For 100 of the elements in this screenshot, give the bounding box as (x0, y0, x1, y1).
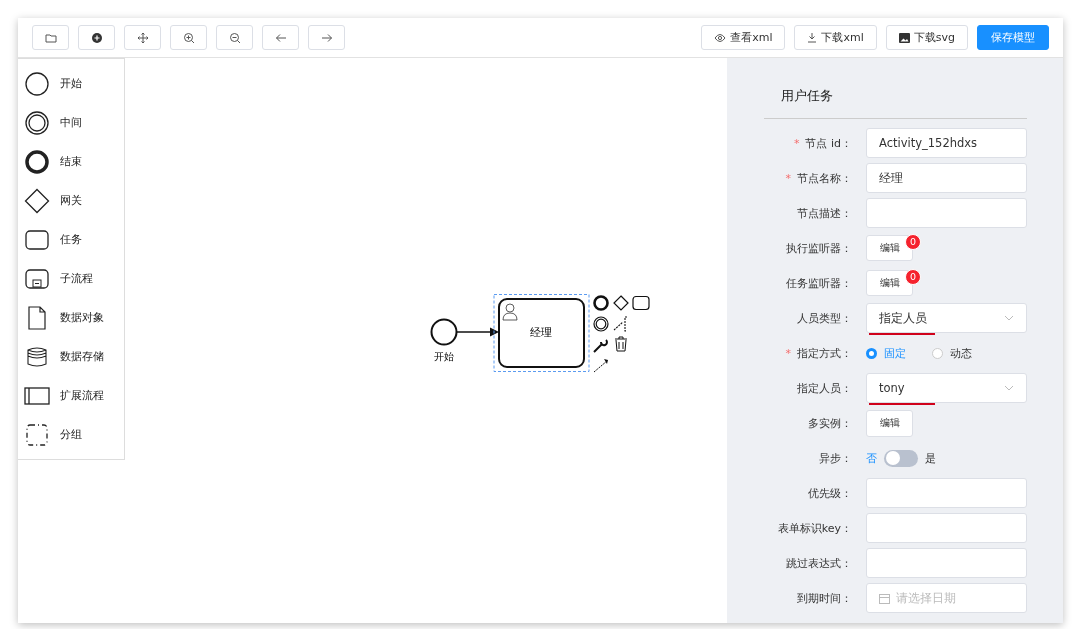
field-label: 表单标识key： (777, 520, 852, 536)
input-field[interactable] (866, 198, 1027, 228)
download-icon (807, 32, 818, 43)
gateway-icon[interactable] (613, 295, 629, 311)
undo-button[interactable] (262, 25, 299, 50)
select-field[interactable]: 指定人员 (866, 303, 1027, 333)
zoom-out-button[interactable] (216, 25, 253, 50)
radio-button[interactable] (866, 347, 877, 359)
move-icon (136, 31, 149, 44)
palette-label: 中间 (60, 115, 82, 130)
field-value: Activity_152hdxs (879, 136, 978, 150)
input-field[interactable] (866, 478, 1027, 508)
input-field[interactable]: 经理 (866, 163, 1027, 193)
zoom-in-button[interactable] (170, 25, 207, 50)
field-label: 节点 id： (805, 135, 852, 151)
palette-item[interactable]: 中间 (18, 103, 124, 142)
palette-label: 分组 (60, 427, 82, 442)
download-button[interactable]: 下载xml (794, 25, 877, 50)
intermediate-shape-icon (24, 109, 50, 136)
zoom-in-icon (182, 31, 195, 44)
field-value: 经理 (879, 170, 903, 186)
chevron-down-icon (1004, 385, 1014, 391)
radio-option[interactable]: 动态 (932, 345, 972, 361)
delete-icon[interactable] (614, 336, 628, 352)
field-label: 节点名称： (797, 170, 852, 186)
field-label: 执行监听器： (786, 240, 852, 256)
field-label: 异步： (819, 450, 852, 466)
required-mark: * (785, 346, 791, 360)
field-label: 指定人员： (797, 380, 852, 396)
plus-circle-button[interactable] (78, 25, 115, 50)
input-field[interactable]: Activity_152hdxs (866, 128, 1027, 158)
annotation-icon[interactable] (613, 316, 628, 332)
select-field[interactable]: tony (866, 373, 1027, 403)
panel-title: 用户任务 (764, 58, 1027, 119)
end-event-icon[interactable] (593, 295, 609, 311)
start-shape-icon (24, 70, 50, 97)
edit-button[interactable]: 编辑 (866, 409, 913, 437)
end-shape-icon (24, 148, 50, 175)
folder-icon (44, 31, 57, 44)
field-label: 多实例： (808, 415, 852, 431)
view-xml-button[interactable]: 查看xml (701, 25, 786, 50)
arrow-right-icon (320, 31, 333, 44)
palette-label: 开始 (60, 76, 82, 91)
field-label: 优先级： (808, 485, 852, 501)
chevron-down-icon (1004, 315, 1014, 321)
toggle-switch[interactable] (884, 449, 918, 467)
task-label: 经理 (530, 326, 552, 339)
calendar-icon (879, 592, 890, 604)
plus-circle-icon (90, 31, 103, 44)
radio-button[interactable] (932, 347, 943, 359)
count-badge: 0 (905, 269, 922, 285)
palette-item[interactable]: 结束 (18, 142, 124, 181)
intermediate-event-icon[interactable] (593, 316, 609, 332)
gateway-shape-icon (24, 187, 50, 214)
palette-item[interactable]: 子流程 (18, 259, 124, 298)
palette-label: 数据存储 (60, 349, 104, 364)
input-field[interactable] (866, 548, 1027, 578)
switch-on-label: 是 (925, 450, 936, 466)
arrow-left-icon (274, 31, 287, 44)
palette-label: 子流程 (60, 271, 93, 286)
field-label: 跳过表达式： (786, 555, 852, 571)
download-button[interactable]: 下载svg (885, 25, 968, 50)
field-label: 到期时间： (797, 590, 852, 606)
palette-item[interactable]: 数据存储 (18, 337, 124, 376)
date-placeholder: 请选择日期 (896, 590, 956, 606)
palette-label: 任务 (60, 232, 82, 247)
palette-item[interactable]: 开始 (18, 64, 124, 103)
palette-label: 数据对象 (60, 310, 104, 325)
select-value: tony (879, 381, 905, 395)
zoom-out-icon (228, 31, 241, 44)
redo-button[interactable] (308, 25, 345, 50)
connect-arrow-icon[interactable] (593, 359, 608, 373)
palette-label: 扩展流程 (60, 388, 104, 403)
palette-label: 网关 (60, 193, 82, 208)
sequence-flow-arrow[interactable] (456, 327, 499, 337)
palette-label: 结束 (60, 154, 82, 169)
group-shape-icon (24, 421, 50, 448)
input-field[interactable] (866, 513, 1027, 543)
start-event-label: 开始 (434, 351, 454, 362)
palette-item[interactable]: 网关 (18, 181, 124, 220)
palette-item[interactable]: 数据对象 (18, 298, 124, 337)
folder-button[interactable] (32, 25, 69, 50)
field-label: 节点描述： (797, 205, 852, 221)
count-badge: 0 (905, 234, 922, 250)
required-mark: * (785, 171, 791, 185)
palette-item[interactable]: 扩展流程 (18, 376, 124, 415)
task-icon[interactable] (632, 295, 650, 311)
move-button[interactable] (124, 25, 161, 50)
switch-off-label: 否 (866, 450, 877, 466)
select-value: 指定人员 (879, 310, 927, 326)
palette-item[interactable]: 分组 (18, 415, 124, 454)
start-event-shape[interactable] (430, 318, 458, 346)
user-icon (502, 303, 518, 321)
required-mark: * (793, 136, 800, 150)
field-label: 任务监听器： (786, 275, 852, 291)
image-icon (898, 32, 910, 43)
field-label: 人员类型： (797, 310, 852, 326)
wrench-icon[interactable] (593, 339, 608, 353)
eye-icon (714, 32, 727, 43)
palette-item[interactable]: 任务 (18, 220, 124, 259)
